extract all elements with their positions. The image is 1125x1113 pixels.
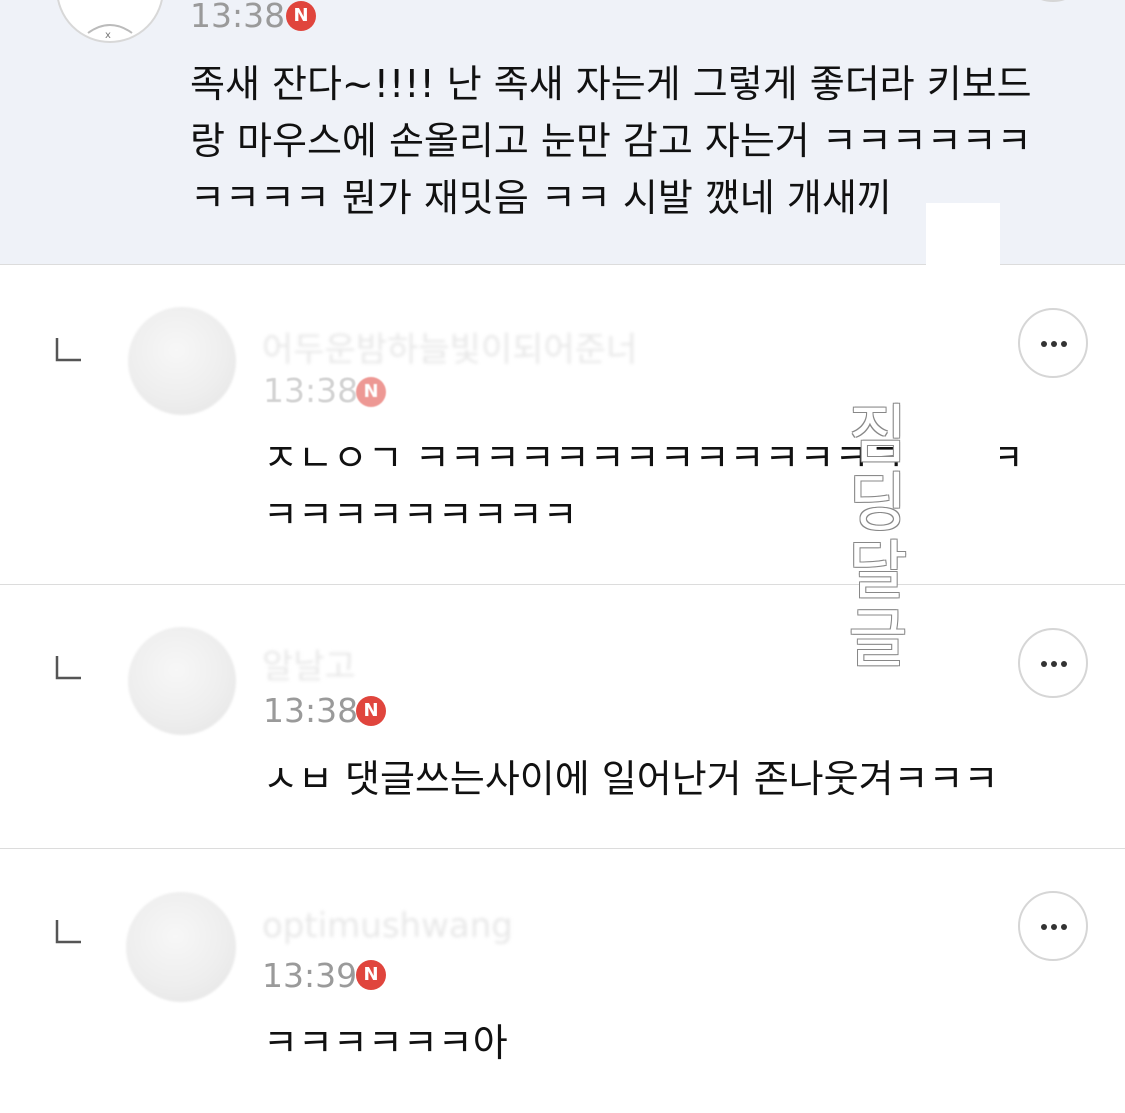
more-options-button[interactable] bbox=[1018, 891, 1088, 961]
cat-avatar-icon: x bbox=[61, 0, 159, 41]
commenter-nickname[interactable]: 알날고 bbox=[262, 639, 356, 688]
comment-text: 족새 잔다~!!!! 난 족새 자는게 그렇게 좋더라 키보드 랑 마우스에 손… bbox=[190, 62, 1032, 220]
watermark-glyph: 글 bbox=[848, 603, 908, 677]
more-options-button[interactable] bbox=[1018, 308, 1088, 378]
svg-text:x: x bbox=[105, 30, 111, 41]
avatar[interactable] bbox=[126, 892, 236, 1002]
comment-time: 13:38 bbox=[190, 0, 286, 35]
new-badge: N bbox=[356, 377, 386, 407]
new-badge: N bbox=[286, 1, 316, 31]
comment-time: 13:38 bbox=[263, 371, 359, 410]
commenter-nickname[interactable]: 어두운밤하늘빛이되어준너 bbox=[262, 322, 637, 371]
commenter-nickname[interactable]: optimushwang bbox=[262, 906, 513, 946]
avatar[interactable] bbox=[128, 307, 236, 415]
reply-arrow-icon bbox=[55, 656, 81, 680]
reply-arrow-icon bbox=[55, 338, 81, 362]
reply-arrow-icon bbox=[55, 920, 81, 944]
comment-time: 13:39 bbox=[262, 956, 358, 995]
reply-item: 알날고 13:38 N ㅅㅂ 댓글쓰는사이에 일어난거 존나웃겨ㅋㅋㅋ bbox=[0, 585, 1125, 849]
new-badge: N bbox=[356, 960, 386, 990]
watermark-text: 짐딩달글 bbox=[842, 402, 914, 674]
more-options-button[interactable] bbox=[1018, 0, 1088, 2]
avatar[interactable]: x bbox=[56, 0, 164, 43]
comment-time: 13:38 bbox=[263, 691, 359, 730]
comment-text: ㅋㅋㅋㅋㅋㅋ아 bbox=[263, 1021, 508, 1065]
watermark-glyph: 달 bbox=[848, 535, 908, 609]
comment-text: ㅅㅂ 댓글쓰는사이에 일어난거 존나웃겨ㅋㅋㅋ bbox=[263, 757, 999, 801]
watermark-glyph: 딩 bbox=[848, 467, 908, 541]
watermark-mask bbox=[926, 203, 1000, 583]
watermark-glyph: 짐 bbox=[848, 399, 908, 473]
more-options-button[interactable] bbox=[1018, 628, 1088, 698]
new-badge: N bbox=[356, 696, 386, 726]
reply-item: optimushwang 13:39 N ㅋㅋㅋㅋㅋㅋ아 bbox=[0, 849, 1125, 1113]
avatar[interactable] bbox=[128, 627, 236, 735]
